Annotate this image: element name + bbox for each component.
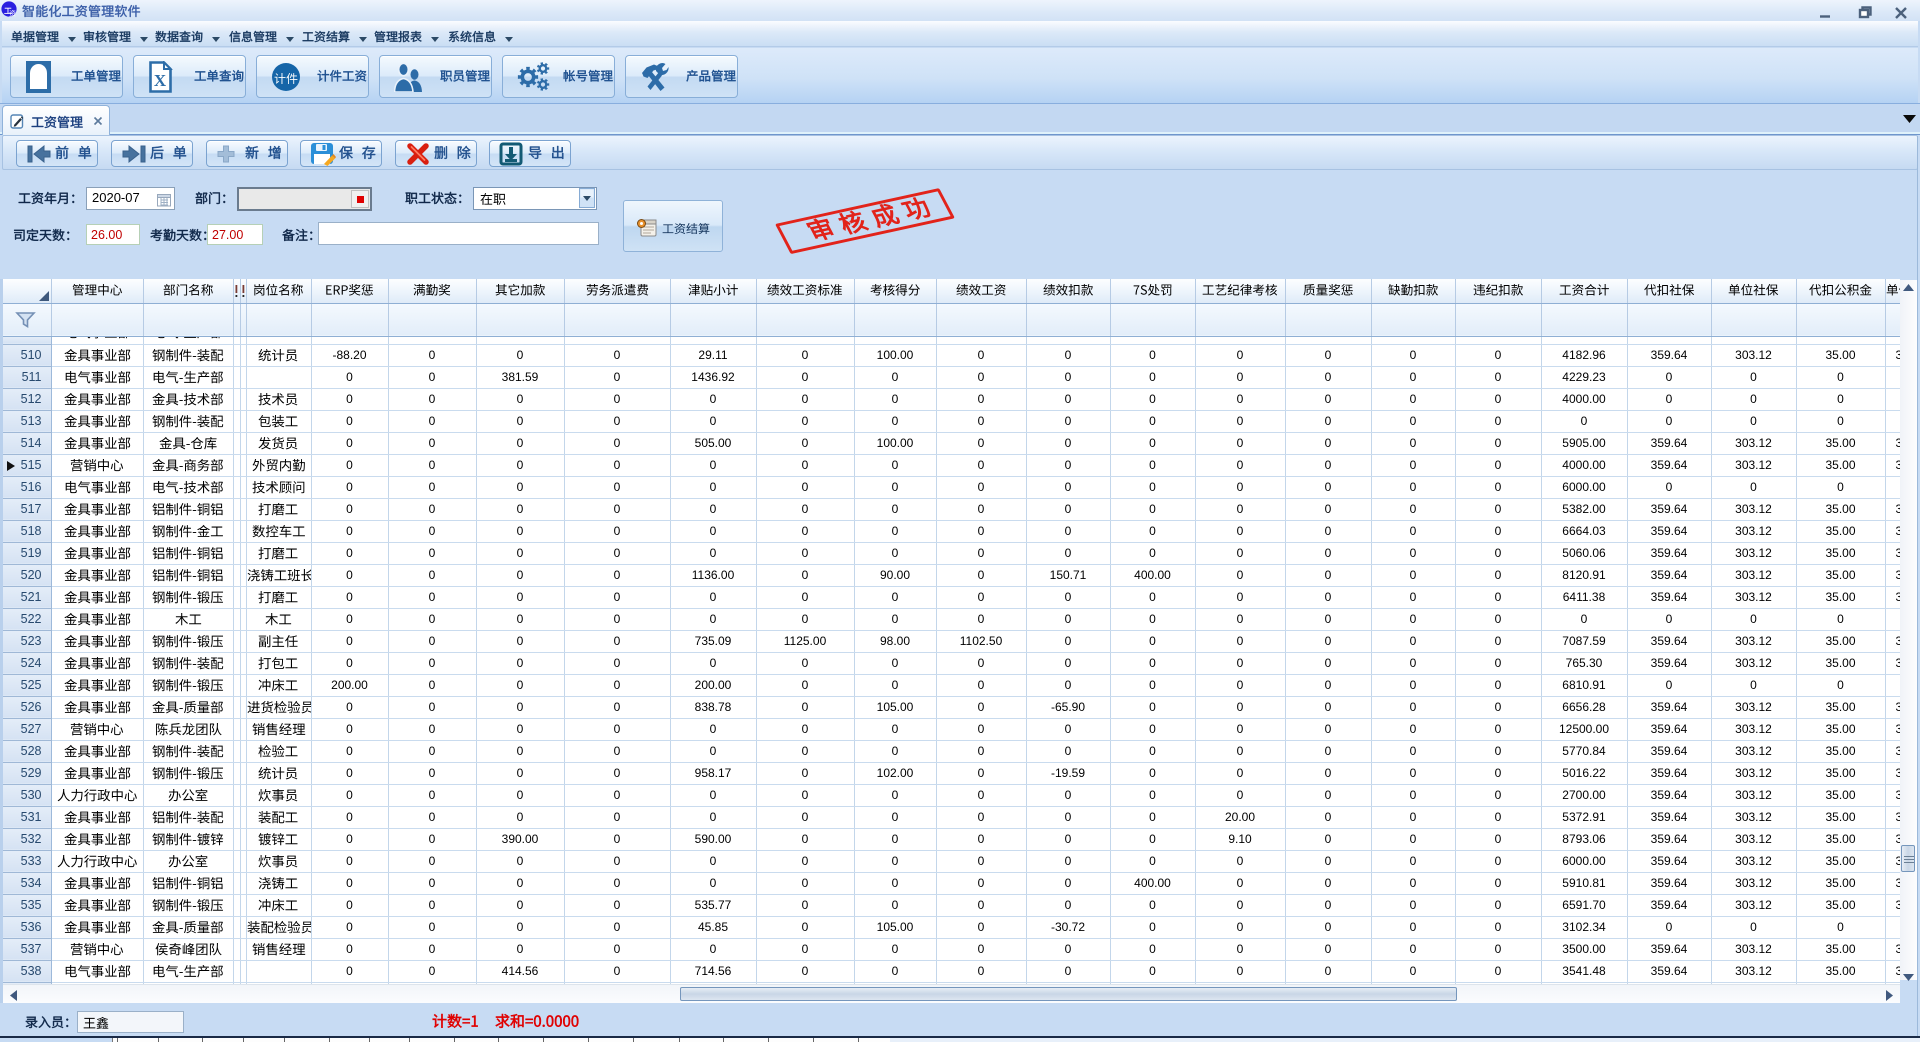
svg-text:X: X: [154, 71, 167, 90]
